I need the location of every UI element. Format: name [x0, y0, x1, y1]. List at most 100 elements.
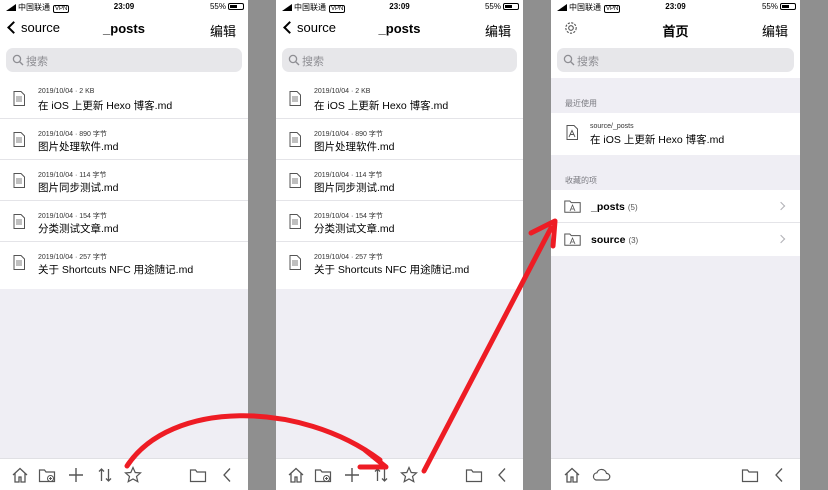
battery-percent: 55%	[761, 2, 778, 11]
file-name: 分类测试文章.md	[314, 223, 395, 235]
search-icon	[12, 54, 24, 66]
file-name: 在 iOS 上更新 Hexo 博客.md	[38, 100, 173, 112]
recent-item-path: source/_posts	[590, 123, 634, 130]
chevron-right-icon	[776, 234, 786, 244]
bottom-toolbar	[551, 458, 800, 490]
star-icon[interactable]	[124, 466, 142, 484]
search-input[interactable]: 搜索	[557, 48, 794, 72]
home-icon[interactable]	[11, 466, 29, 484]
favorite-label: _posts	[591, 201, 625, 213]
panel-divider	[800, 0, 828, 490]
file-row[interactable]: 2019/10/04 · 890 字节图片处理软件.md	[276, 119, 523, 160]
file-name: 分类测试文章.md	[38, 223, 119, 235]
search-placeholder: 搜索	[302, 56, 324, 68]
file-row[interactable]: 2019/10/04 · 154 字节分类测试文章.md	[276, 201, 523, 242]
cloud-icon[interactable]	[591, 466, 611, 484]
folder-icon[interactable]	[465, 466, 483, 484]
add-icon[interactable]	[343, 466, 361, 484]
file-name: 在 iOS 上更新 Hexo 博客.md	[314, 100, 449, 112]
chevron-left-icon[interactable]	[493, 466, 511, 484]
folder-icon	[564, 200, 581, 213]
markdown-document-icon	[566, 125, 578, 140]
document-icon	[289, 214, 301, 229]
file-row[interactable]: 2019/10/04 · 257 字节关于 Shortcuts NFC 用途随记…	[0, 242, 248, 283]
file-name: 图片处理软件.md	[38, 141, 119, 153]
home-icon[interactable]	[563, 466, 581, 484]
bottom-toolbar	[0, 458, 248, 490]
add-icon[interactable]	[67, 466, 85, 484]
bottom-toolbar	[276, 458, 523, 490]
home-icon[interactable]	[287, 466, 305, 484]
document-icon	[289, 255, 301, 270]
status-bar: 中国联通 VPN 23:09 55%	[276, 0, 523, 14]
recent-item[interactable]: source/_posts 在 iOS 上更新 Hexo 博客.md	[551, 113, 800, 155]
battery-percent: 55%	[209, 2, 226, 11]
edit-button[interactable]: 编辑	[485, 21, 511, 40]
folder-icon[interactable]	[741, 466, 759, 484]
file-meta: 2019/10/04 · 890 字节	[38, 131, 107, 138]
file-name: 关于 Shortcuts NFC 用途随记.md	[38, 264, 194, 276]
search-input[interactable]: 搜索	[282, 48, 517, 72]
chevron-left-icon[interactable]	[770, 466, 788, 484]
file-name: 关于 Shortcuts NFC 用途随记.md	[314, 264, 470, 276]
search-icon	[288, 54, 300, 66]
edit-button[interactable]: 编辑	[210, 21, 236, 40]
file-list: 2019/10/04 · 2 KB 在 iOS 上更新 Hexo 博客.md 20…	[0, 78, 248, 289]
file-meta: 2019/10/04 · 154 字节	[314, 213, 383, 220]
favorite-label: source	[591, 234, 626, 246]
recent-section-header: 最近使用	[565, 99, 597, 108]
navigation-bar: source _posts 编辑	[276, 14, 523, 44]
edit-button[interactable]: 编辑	[762, 21, 788, 40]
file-row[interactable]: 2019/10/04 · 890 字节图片处理软件.md	[0, 119, 248, 160]
chevron-right-icon	[776, 201, 786, 211]
battery-icon	[780, 3, 796, 10]
new-folder-icon[interactable]	[314, 466, 332, 484]
document-icon	[13, 173, 25, 188]
document-icon	[289, 132, 301, 147]
file-row[interactable]: 2019/10/04 · 2 KB 在 iOS 上更新 Hexo 博客.md	[0, 78, 248, 119]
file-meta: 2019/10/04 · 257 字节	[314, 254, 383, 261]
document-icon	[13, 214, 25, 229]
file-meta: 2019/10/04 · 257 字节	[38, 254, 107, 261]
favorite-count: (3)	[628, 236, 639, 245]
new-folder-icon[interactable]	[38, 466, 56, 484]
file-meta: 2019/10/04 · 890 字节	[314, 131, 383, 138]
favorite-item-source[interactable]: source (3)	[551, 223, 800, 256]
search-placeholder: 搜索	[577, 56, 599, 68]
favorites-list: _posts (5) source (3)	[551, 190, 800, 256]
star-icon[interactable]	[400, 466, 418, 484]
file-row[interactable]: 2019/10/04 · 114 字节 图片同步测试.md	[276, 160, 523, 201]
file-meta: 2019/10/04 · 114 字节	[38, 172, 107, 179]
file-row[interactable]: 2019/10/04 · 114 字节图片同步测试.md	[0, 160, 248, 201]
battery-icon	[228, 3, 244, 10]
document-icon	[13, 132, 25, 147]
favorite-item-posts[interactable]: _posts (5)	[551, 190, 800, 223]
recent-item-name: 在 iOS 上更新 Hexo 博客.md	[590, 134, 725, 146]
file-meta: 2019/10/04 · 114 字节	[314, 172, 383, 179]
folder-icon[interactable]	[189, 466, 207, 484]
document-icon	[289, 173, 301, 188]
navigation-bar: source _posts 编辑	[0, 14, 248, 44]
search-input[interactable]: 搜索	[6, 48, 242, 72]
file-row[interactable]: 2019/10/04 · 257 字节关于 Shortcuts NFC 用途随记…	[276, 242, 523, 283]
file-name: 图片同步测试.md	[38, 182, 119, 194]
sort-icon[interactable]	[96, 466, 114, 484]
document-icon	[13, 255, 25, 270]
recent-list: source/_posts 在 iOS 上更新 Hexo 博客.md	[551, 113, 800, 155]
file-row[interactable]: 2019/10/04 · 154 字节分类测试文章.md	[0, 201, 248, 242]
posts-folder-screen: 中国联通 VPN 23:09 55% source _posts 编辑 搜索 20…	[0, 0, 248, 490]
home-screen: 中国联通 VPN 23:09 55% 首页 编辑 搜索 最近使用 source/_…	[551, 0, 800, 490]
battery-icon	[503, 3, 519, 10]
file-row[interactable]: 2019/10/04 · 2 KB 在 iOS 上更新 Hexo 博客.md	[276, 78, 523, 119]
sort-icon[interactable]	[372, 466, 390, 484]
battery-percent: 55%	[484, 2, 501, 11]
file-name: 图片处理软件.md	[314, 141, 395, 153]
file-meta: 2019/10/04 · 2 KB	[314, 88, 371, 95]
search-icon	[563, 54, 575, 66]
chevron-left-icon[interactable]	[218, 466, 236, 484]
folder-icon	[564, 233, 581, 246]
panel-divider	[248, 0, 276, 490]
file-meta: 2019/10/04 · 154 字节	[38, 213, 107, 220]
status-bar: 中国联通 VPN 23:09 55%	[551, 0, 800, 14]
file-list: 2019/10/04 · 2 KB 在 iOS 上更新 Hexo 博客.md 20…	[276, 78, 523, 289]
